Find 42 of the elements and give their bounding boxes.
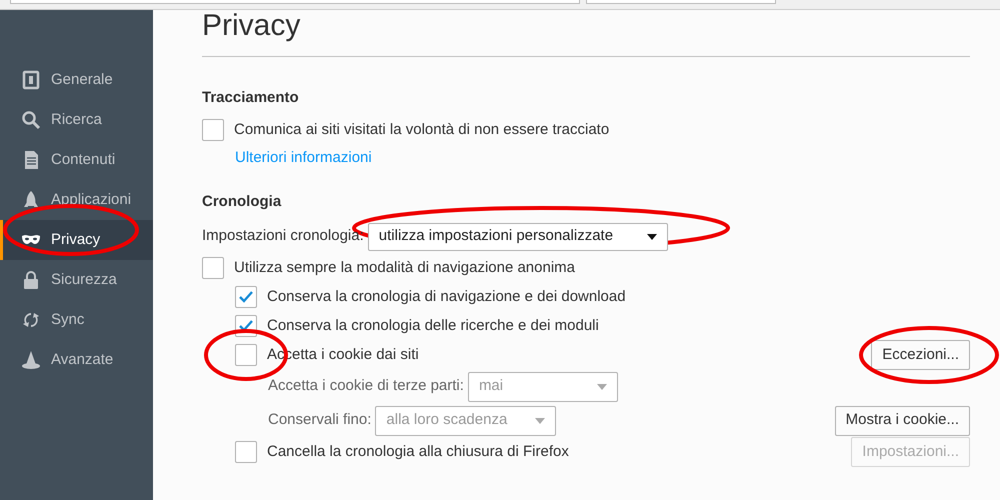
field-label: Impostazioni cronologia: xyxy=(202,226,364,246)
caret-icon xyxy=(646,234,657,240)
checkbox-label: Conserva la cronologia di navigazione e dei download xyxy=(267,286,626,307)
checkbox-label: Comunica ai siti visitati la volontà di non essere tracciato xyxy=(234,120,610,140)
check-icon xyxy=(239,320,253,332)
checkbox-label: Conserva la cronologia delle ricerche e dei moduli xyxy=(267,316,599,336)
sidebar-item[interactable]: Sync xyxy=(0,300,153,340)
sidebar-item[interactable]: Ricerca xyxy=(0,100,153,140)
dropdown: alla loro scadenza xyxy=(375,406,556,436)
check-icon xyxy=(239,291,253,303)
button: Impostazioni... xyxy=(851,437,970,467)
switch-icon xyxy=(21,70,41,90)
button[interactable]: Eccezioni... xyxy=(871,340,970,370)
checkbox[interactable] xyxy=(235,286,257,308)
checkbox[interactable] xyxy=(202,119,224,141)
link[interactable]: Ulteriori informazioni xyxy=(235,146,372,169)
sidebar-item[interactable]: Applicazioni xyxy=(0,180,153,220)
sidebar-item[interactable]: Contenuti xyxy=(0,140,153,180)
rocket-icon xyxy=(21,190,41,210)
checkbox[interactable] xyxy=(235,344,257,366)
dropdown: mai xyxy=(468,372,618,402)
search-icon xyxy=(21,110,41,130)
history-dropdown[interactable]: utilizza impostazioni personalizzate xyxy=(368,222,668,250)
section-heading: Tracciamento xyxy=(202,88,300,108)
caret-icon xyxy=(596,384,607,390)
sidebar-item[interactable]: Generale xyxy=(0,60,153,100)
checkbox-label: Utilizza sempre la modalità di navigazione anonima xyxy=(234,258,576,278)
checkbox-label: Cancella la cronologia alla chiusura di Firefox xyxy=(267,442,569,462)
wizard-hat-icon xyxy=(21,350,41,370)
caret-icon xyxy=(535,418,546,424)
checkbox[interactable] xyxy=(202,257,224,279)
checkbox[interactable] xyxy=(235,441,257,463)
page-title: Privacy xyxy=(202,8,302,44)
sidebar-item[interactable]: Avanzate xyxy=(0,340,153,380)
field-label: Accetta i cookie di terze parti: xyxy=(268,376,464,396)
search-bar[interactable] xyxy=(586,0,776,4)
sidebar-item[interactable]: Sicurezza xyxy=(0,260,153,300)
address-bar[interactable] xyxy=(10,0,580,4)
sync-icon xyxy=(21,310,41,330)
padlock-icon xyxy=(21,270,41,290)
section-heading: Cronologia xyxy=(202,192,282,212)
field-label: Conservali fino: xyxy=(268,410,372,430)
